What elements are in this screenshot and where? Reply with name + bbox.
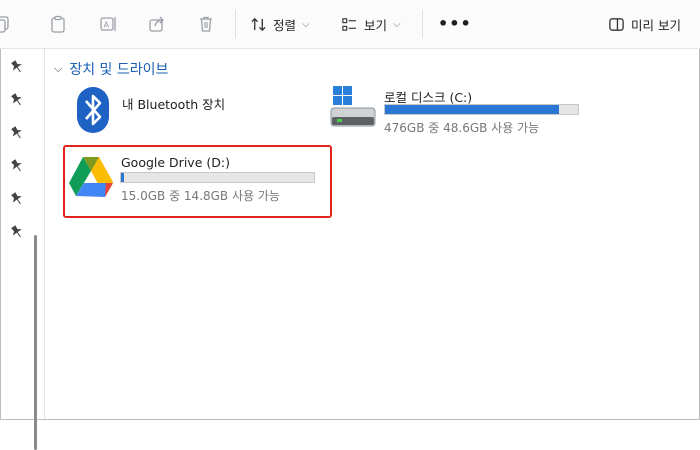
- rename-icon[interactable]: A: [98, 14, 118, 34]
- device-item-bluetooth[interactable]: 내 Bluetooth 장치: [70, 86, 310, 136]
- drive-item-google-drive[interactable]: Google Drive (D:) 15.0GB 중 14.8GB 사용 가능: [67, 150, 329, 214]
- preview-pane-icon: [609, 17, 624, 31]
- pin-icon[interactable]: [9, 92, 25, 108]
- bluetooth-icon: [77, 87, 109, 133]
- pin-icon[interactable]: [9, 125, 25, 141]
- pin-icon[interactable]: [9, 158, 25, 174]
- preview-label: 미리 보기: [631, 17, 681, 33]
- command-bar: A 정렬 ⌵ 보기 ⌵ ••• 미리 보기: [0, 0, 700, 49]
- sort-icon: [251, 17, 266, 31]
- drive-usage-bar: [120, 172, 315, 183]
- delete-icon[interactable]: [196, 14, 216, 34]
- pin-icon[interactable]: [9, 224, 25, 240]
- chevron-down-icon: ⌵: [393, 18, 401, 30]
- toolbar-divider: [422, 10, 423, 38]
- sort-button[interactable]: 정렬 ⌵: [250, 12, 310, 36]
- drive-usage-text: 476GB 중 48.6GB 사용 가능: [384, 121, 540, 135]
- svg-text:A: A: [104, 21, 110, 30]
- view-label: 보기: [364, 17, 388, 33]
- toolbar-divider: [235, 10, 236, 38]
- navigation-pane: [0, 49, 45, 450]
- more-options-button[interactable]: •••: [438, 14, 472, 33]
- group-title: 장치 및 드라이브: [69, 62, 169, 78]
- pin-icon[interactable]: [9, 59, 25, 75]
- sort-label: 정렬: [273, 17, 297, 33]
- local-disk-icon: [330, 86, 376, 127]
- share-icon[interactable]: [147, 14, 167, 34]
- preview-pane-button[interactable]: 미리 보기: [608, 12, 681, 36]
- drive-usage-fill: [121, 173, 124, 182]
- chevron-down-icon: ⌵: [302, 18, 310, 30]
- google-drive-icon: [69, 157, 113, 197]
- nav-scrollbar[interactable]: [34, 235, 37, 450]
- drive-usage-bar: [384, 104, 579, 115]
- pin-icon[interactable]: [9, 191, 25, 207]
- chevron-down-icon: ⌵: [54, 62, 63, 75]
- view-button[interactable]: 보기 ⌵: [341, 12, 401, 36]
- paste-icon[interactable]: [48, 14, 68, 34]
- view-icon: [342, 17, 357, 31]
- device-name: 내 Bluetooth 장치: [122, 97, 226, 112]
- copy-icon[interactable]: [0, 14, 12, 34]
- drive-usage-fill: [385, 105, 559, 114]
- drive-item-c[interactable]: 로컬 디스크 (C:) 476GB 중 48.6GB 사용 가능: [330, 84, 590, 136]
- drive-usage-text: 15.0GB 중 14.8GB 사용 가능: [121, 189, 280, 203]
- devices-group-header[interactable]: ⌵ 장치 및 드라이브: [54, 59, 168, 79]
- drive-name: Google Drive (D:): [121, 155, 230, 170]
